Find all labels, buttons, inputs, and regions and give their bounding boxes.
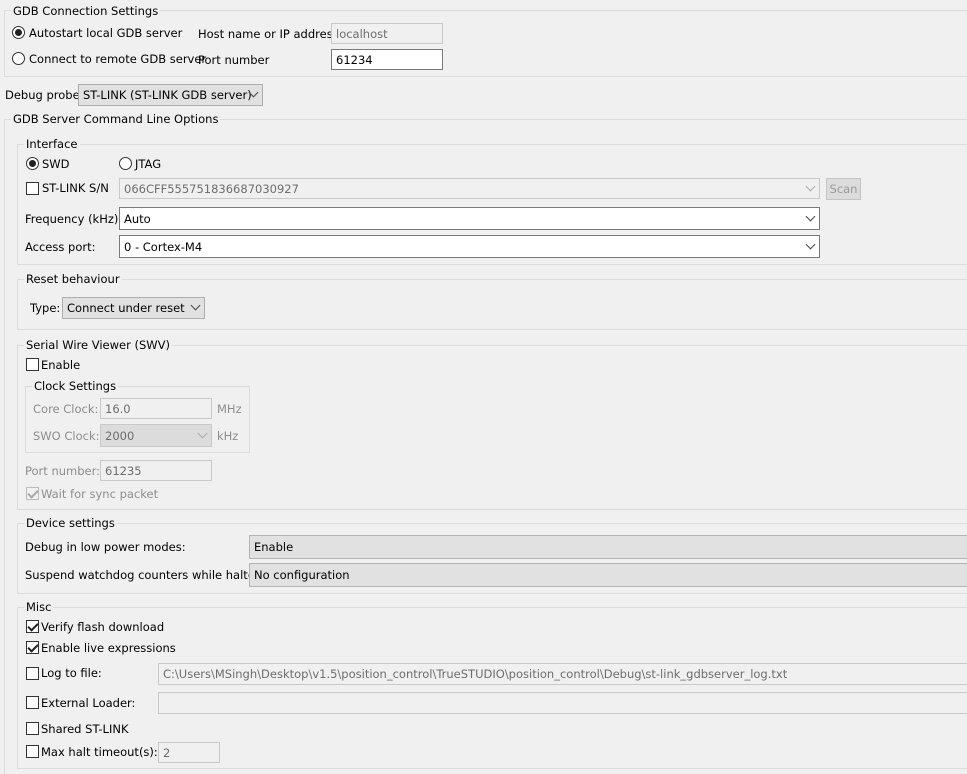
max-halt-input[interactable]: 2	[158, 742, 220, 763]
access-port-label: Access port:	[25, 240, 96, 254]
autostart-radio[interactable]	[12, 26, 25, 39]
external-loader-checkbox[interactable]	[26, 696, 39, 709]
port-input[interactable]: 61234	[331, 49, 443, 70]
debug-probe-select[interactable]: ST-LINK (ST-LINK GDB server)	[78, 84, 263, 106]
reset-title: Reset behaviour	[24, 272, 122, 286]
external-loader-label[interactable]: External Loader:	[41, 695, 135, 711]
shared-stlink-label[interactable]: Shared ST-LINK	[41, 721, 129, 737]
frequency-value: Auto	[124, 211, 151, 226]
access-port-value: 0 - Cortex-M4	[124, 239, 203, 254]
swo-clock-label: SWO Clock:	[33, 429, 100, 443]
swd-radio[interactable]	[26, 157, 39, 170]
core-clock-unit: MHz	[217, 402, 242, 416]
live-expr-checkbox[interactable]	[26, 641, 39, 654]
swo-clock-unit: kHz	[217, 429, 239, 443]
clock-settings-title: Clock Settings	[32, 379, 119, 393]
swo-clock-value: 2000	[105, 428, 135, 443]
reset-type-label: Type:	[30, 301, 61, 315]
low-power-field[interactable]: Enable	[249, 535, 967, 559]
chevron-down-icon	[805, 211, 816, 221]
autostart-label[interactable]: Autostart local GDB server	[29, 25, 182, 41]
swv-title: Serial Wire Viewer (SWV)	[24, 338, 172, 352]
swv-enable-checkbox[interactable]	[26, 358, 39, 371]
server-options-title: GDB Server Command Line Options	[11, 112, 221, 126]
max-halt-label[interactable]: Max halt timeout(s):	[41, 744, 158, 760]
wait-sync-checkbox[interactable]	[26, 487, 39, 500]
reset-type-value: Connect under reset	[67, 301, 185, 315]
gdb-connection-title: GDB Connection Settings	[11, 4, 161, 18]
core-clock-input[interactable]: 16.0	[100, 398, 212, 419]
stlink-sn-select[interactable]: 066CFF555751836687030927	[119, 178, 820, 199]
jtag-label[interactable]: JTAG	[135, 156, 161, 172]
chevron-down-icon	[805, 239, 816, 249]
frequency-select[interactable]: Auto	[119, 207, 820, 230]
debug-probe-value: ST-LINK (ST-LINK GDB server)	[83, 88, 252, 102]
debug-probe-label: Debug probe	[5, 88, 80, 102]
watchdog-field[interactable]: No configuration	[249, 563, 967, 587]
jtag-radio[interactable]	[119, 157, 132, 170]
log-file-label[interactable]: Log to file:	[41, 665, 102, 681]
host-label: Host name or IP address	[198, 27, 339, 41]
swo-clock-select[interactable]: 2000	[100, 424, 212, 447]
interface-title: Interface	[24, 137, 80, 151]
scan-button[interactable]: Scan	[826, 178, 861, 200]
swv-enable-label[interactable]: Enable	[41, 357, 80, 373]
max-halt-checkbox[interactable]	[26, 745, 39, 758]
frequency-label: Frequency (kHz):	[25, 212, 123, 226]
external-loader-input[interactable]	[158, 692, 967, 714]
chevron-down-icon	[197, 428, 208, 438]
wait-sync-label[interactable]: Wait for sync packet	[41, 486, 158, 502]
swd-label[interactable]: SWD	[42, 156, 70, 172]
live-expr-label[interactable]: Enable live expressions	[41, 640, 176, 656]
reset-type-select[interactable]: Connect under reset	[62, 297, 205, 319]
verify-flash-label[interactable]: Verify flash download	[41, 619, 164, 635]
verify-flash-checkbox[interactable]	[26, 620, 39, 633]
log-file-checkbox[interactable]	[26, 667, 39, 680]
access-port-select[interactable]: 0 - Cortex-M4	[119, 235, 820, 258]
core-clock-label: Core Clock:	[33, 402, 99, 416]
device-title: Device settings	[24, 516, 117, 530]
chevron-down-icon	[805, 181, 816, 191]
watchdog-label: Suspend watchdog counters while halted:	[25, 568, 267, 582]
port-label: Port number	[198, 53, 270, 67]
log-file-input[interactable]: C:\Users\MSingh\Desktop\v1.5\position_co…	[158, 663, 967, 685]
remote-radio[interactable]	[12, 52, 25, 65]
chevron-down-icon	[190, 300, 201, 311]
shared-stlink-checkbox[interactable]	[26, 722, 39, 735]
stlink-sn-value: 066CFF555751836687030927	[124, 181, 299, 196]
misc-title: Misc	[24, 600, 54, 614]
host-input[interactable]: localhost	[331, 23, 443, 44]
swv-port-label: Port number:	[25, 464, 101, 478]
swv-port-input[interactable]: 61235	[100, 460, 212, 481]
remote-label[interactable]: Connect to remote GDB server	[29, 51, 206, 67]
stlink-sn-checkbox[interactable]	[26, 182, 39, 195]
stlink-sn-label[interactable]: ST-LINK S/N	[42, 180, 109, 196]
low-power-label: Debug in low power modes:	[25, 540, 186, 554]
